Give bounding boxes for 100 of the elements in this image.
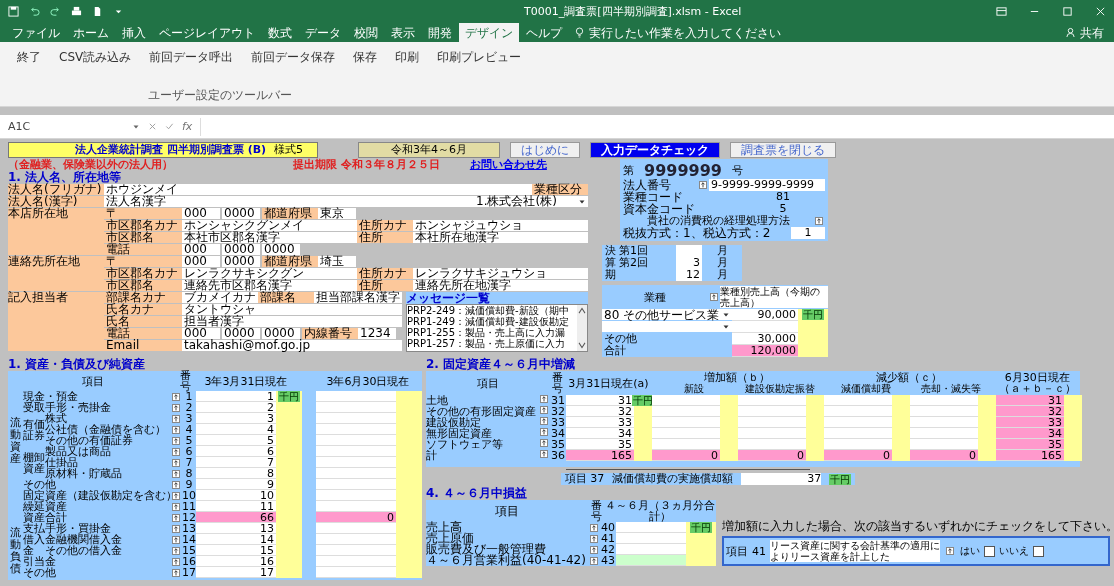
value-cell[interactable]: 37	[741, 473, 822, 486]
spin-button[interactable]	[540, 450, 548, 459]
value-cell[interactable]: 30,000	[732, 333, 798, 346]
value-cell[interactable]	[652, 439, 720, 451]
memo-cell[interactable]: 千円	[798, 309, 828, 322]
form-field[interactable]: 1234	[358, 328, 396, 339]
form-field[interactable]: 0000	[262, 244, 300, 255]
memo-cell[interactable]	[806, 395, 824, 407]
spin-button[interactable]	[590, 545, 598, 554]
ribbon-tab[interactable]: 開発	[422, 23, 458, 42]
value-cell[interactable]	[652, 395, 720, 407]
ribbon-tab[interactable]: 校閲	[348, 23, 384, 42]
contact-link[interactable]: お問い合わせ先	[469, 159, 547, 171]
value-cell[interactable]: 9	[196, 479, 276, 491]
value-cell[interactable]	[738, 428, 806, 440]
value-cell[interactable]	[652, 428, 720, 440]
spin-button[interactable]	[590, 534, 598, 543]
print-icon[interactable]	[71, 5, 82, 17]
spin-button[interactable]	[172, 535, 180, 544]
value-cell[interactable]	[652, 406, 720, 418]
value-cell[interactable]	[616, 522, 686, 534]
form-field[interactable]: 0000	[262, 328, 300, 339]
memo-cell[interactable]	[276, 402, 302, 414]
memo-cell[interactable]	[1064, 450, 1082, 462]
value-cell[interactable]	[316, 490, 396, 502]
spin-button[interactable]	[172, 414, 180, 423]
form-field[interactable]: 1	[791, 227, 825, 239]
value-cell[interactable]	[316, 435, 396, 447]
spin-button[interactable]	[172, 524, 180, 533]
value-cell[interactable]	[316, 424, 396, 436]
memo-cell[interactable]	[396, 391, 422, 403]
form-field[interactable]: ホウジンメイ	[104, 184, 532, 195]
dropdown-field[interactable]: 80 その他サービス業	[602, 309, 732, 322]
value-cell[interactable]	[316, 402, 396, 414]
spin-button[interactable]	[540, 406, 548, 415]
spin-button[interactable]	[172, 546, 180, 555]
value-cell[interactable]: 34	[566, 428, 634, 440]
ribbon-tab[interactable]: 挿入	[116, 23, 152, 42]
spin-button[interactable]	[699, 181, 707, 189]
spin-button[interactable]	[540, 439, 548, 448]
ribbon-display-icon[interactable]	[996, 5, 1007, 17]
form-field[interactable]: 000	[182, 328, 220, 339]
value-cell[interactable]	[316, 446, 396, 458]
value-cell[interactable]	[824, 406, 892, 418]
value-cell[interactable]	[316, 457, 396, 469]
value-cell[interactable]: 0	[824, 450, 892, 462]
form-field[interactable]: 000	[182, 244, 220, 255]
value-cell[interactable]: 31	[566, 395, 634, 407]
value-cell[interactable]	[824, 417, 892, 429]
ribbon-command[interactable]: 保存	[350, 48, 381, 67]
share-button[interactable]: 共有	[1076, 23, 1108, 42]
value-cell[interactable]: 3	[196, 413, 276, 425]
month-field[interactable]	[676, 245, 702, 257]
value-cell[interactable]	[652, 417, 720, 429]
memo-cell[interactable]	[1064, 395, 1082, 407]
spin-button[interactable]	[172, 557, 180, 566]
ribbon-command[interactable]: 前回データ保存	[248, 48, 339, 67]
value-cell[interactable]	[910, 395, 978, 407]
message-list[interactable]: PRP2-249：減価償却費-新設（期中 PRP1-249：減価償却費-建設仮勘定 PRP1-255：製品・売上高に入力漏 PRP1-257：製品・売上原価に入力	[406, 304, 588, 352]
value-cell[interactable]: 14	[196, 534, 276, 546]
spin-button[interactable]	[172, 469, 180, 478]
spin-button[interactable]	[172, 458, 180, 467]
memo-cell[interactable]	[892, 450, 910, 462]
form-field[interactable]: レンラクサキシクグン	[182, 268, 357, 279]
memo-cell[interactable]	[634, 406, 652, 418]
value-cell[interactable]: 0	[738, 450, 806, 462]
ribbon-tab[interactable]: データ	[299, 23, 347, 42]
memo-cell[interactable]	[634, 450, 652, 462]
form-field[interactable]: ブカメイカナ	[182, 292, 258, 303]
ribbon-tab[interactable]: ページレイアウト	[153, 23, 261, 42]
memo-cell[interactable]	[720, 395, 738, 407]
value-cell[interactable]: 6	[196, 446, 276, 458]
value-cell[interactable]	[316, 545, 396, 557]
spin-button[interactable]	[172, 513, 180, 522]
memo-cell[interactable]: 千円	[686, 522, 716, 534]
form-field[interactable]: takahashi@mof.go.jp	[182, 340, 402, 351]
sheet-button[interactable]: 入力データチェック	[590, 141, 720, 158]
form-field[interactable]: 000	[182, 256, 220, 267]
spin-button[interactable]	[172, 425, 180, 434]
memo-cell[interactable]	[978, 450, 996, 462]
redo-icon[interactable]	[50, 5, 61, 17]
value-cell[interactable]	[910, 428, 978, 440]
value-cell[interactable]	[738, 406, 806, 418]
memo-cell[interactable]	[276, 567, 302, 579]
value-cell[interactable]	[732, 321, 798, 334]
insert-function-button[interactable]: fx	[182, 120, 193, 133]
value-cell[interactable]	[316, 567, 396, 579]
value-cell[interactable]	[910, 439, 978, 451]
value-cell[interactable]	[824, 395, 892, 407]
sheet-button[interactable]: 調査票を閉じる	[730, 141, 836, 158]
value-cell[interactable]	[316, 391, 396, 403]
value-cell[interactable]: 66	[196, 512, 276, 524]
month-field[interactable]: 12	[676, 269, 702, 281]
name-box[interactable]: A1C	[4, 120, 124, 133]
ribbon-command[interactable]: 前回データ呼出	[146, 48, 237, 67]
close-icon[interactable]	[1095, 5, 1106, 17]
value-cell[interactable]: 10	[196, 490, 276, 502]
maximize-icon[interactable]	[1062, 5, 1073, 17]
value-cell[interactable]: 8	[196, 468, 276, 480]
spin-button[interactable]	[540, 417, 548, 426]
